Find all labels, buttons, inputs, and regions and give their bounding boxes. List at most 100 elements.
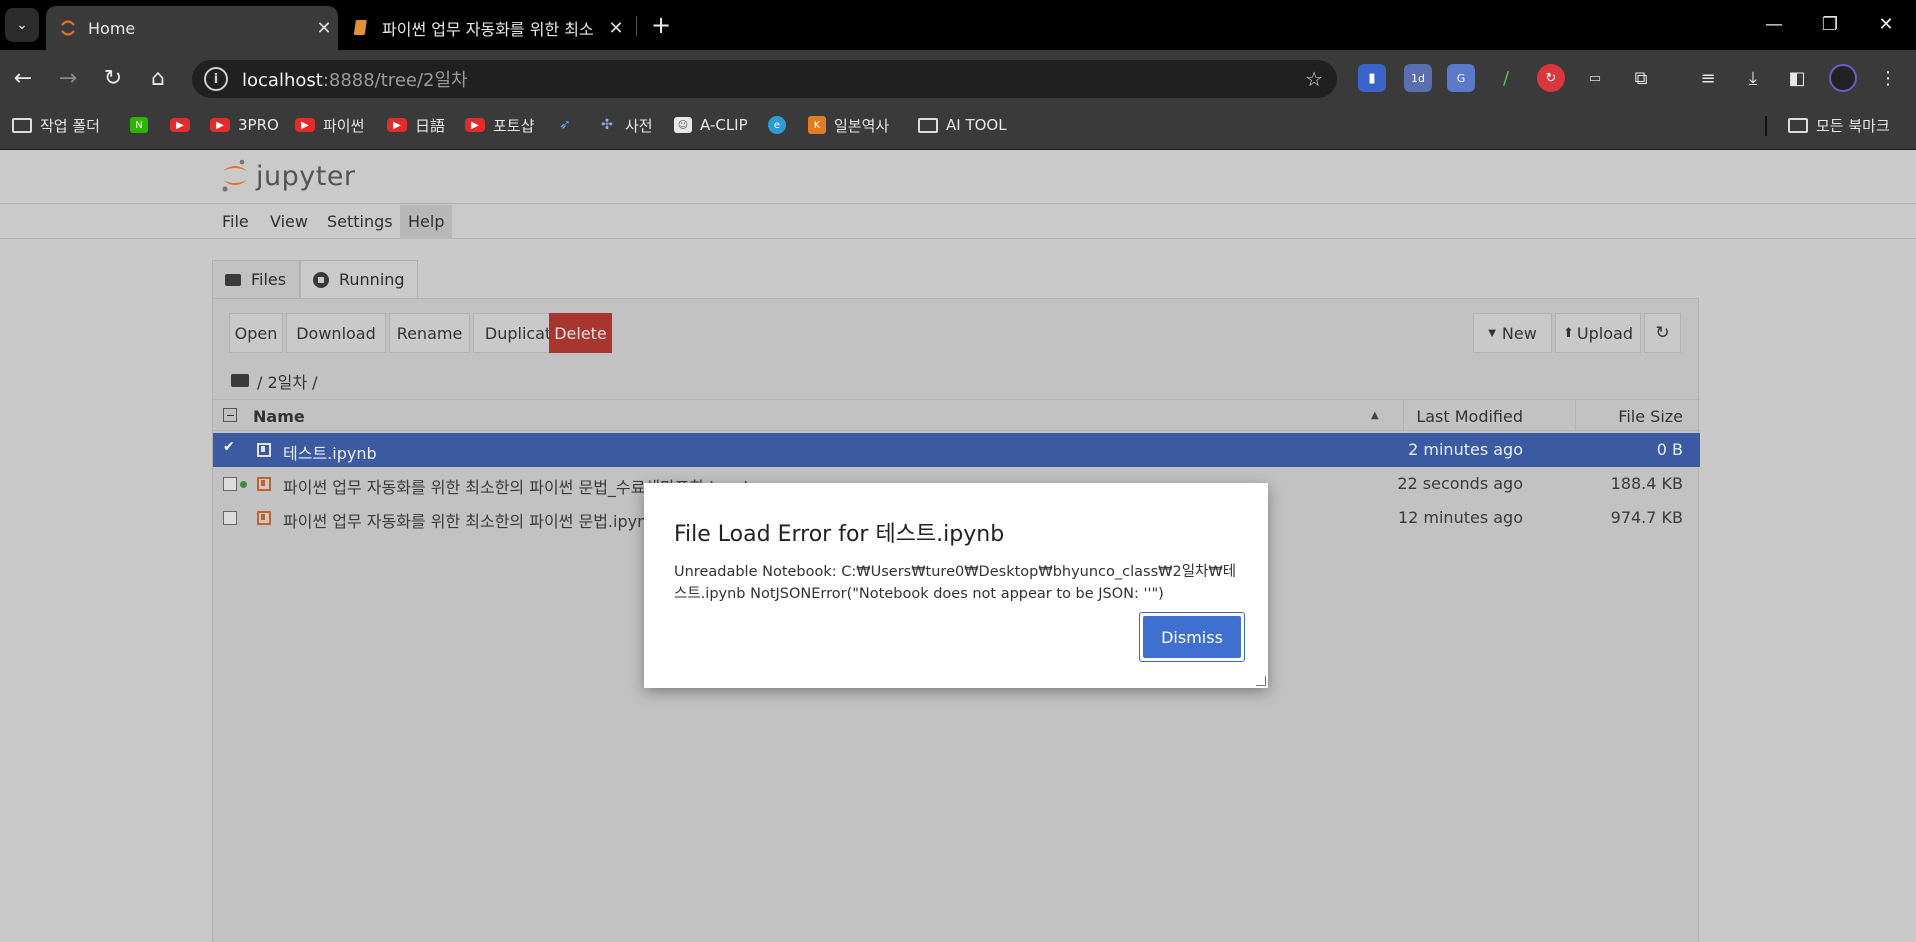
youtube-icon: ▶ [387, 118, 407, 132]
jupyter-logo-text: jupyter [256, 160, 356, 192]
download-icon[interactable]: ⤓ [1739, 64, 1767, 92]
bookmark-item[interactable]: ✣ 사전 [597, 106, 652, 144]
breadcrumb-path[interactable]: / 2일차 / [257, 369, 318, 393]
red-circle-extension-icon[interactable]: ↻ [1537, 64, 1565, 92]
jupyter-menubar: File View Settings Help [0, 205, 1916, 239]
bookmarks-bar: 작업 폴더 N ▶ ▶ 3PRO ▶ 파이썬 ▶ 日語 ▶ 포토샵 ➶ ✣ 사전… [0, 106, 1916, 150]
translate-icon[interactable]: G [1447, 64, 1475, 92]
bookmark-item[interactable]: ➶ [555, 106, 583, 144]
browser-menu-icon[interactable]: ⋮ [1874, 64, 1902, 92]
calendar-extension-icon[interactable]: 1d [1404, 64, 1432, 92]
menu-file[interactable]: File [214, 205, 257, 239]
download-button[interactable]: Download [286, 313, 386, 353]
column-divider [1575, 400, 1576, 431]
browser-tab-bar: ⌄ Home ✕ 파이썬 업무 자동화를 위한 최소 ✕ + — ❐ ✕ [0, 0, 1916, 50]
bookmark-item[interactable]: N [130, 106, 156, 144]
file-name[interactable]: 파이썬 업무 자동화를 위한 최소한의 파이썬 문법.ipynb [283, 508, 657, 532]
upload-icon: ⬆ [1563, 325, 1574, 341]
bookmark-label: AI TOOL [946, 116, 1007, 134]
extensions-icon[interactable]: ⧉ [1627, 64, 1655, 92]
bookmark-label: 작업 폴더 [40, 116, 100, 135]
youtube-icon: ▶ [170, 118, 190, 132]
close-window-icon[interactable]: ✕ [1858, 6, 1914, 42]
file-name[interactable]: 테스트.ipynb [283, 440, 377, 464]
bookmark-item[interactable]: K 일본역사 [808, 106, 889, 144]
home-icon[interactable]: ⌂ [140, 60, 176, 96]
tab-running[interactable]: Running [300, 260, 418, 298]
sort-ascending-icon[interactable]: ▲ [1371, 410, 1379, 421]
column-last-modified[interactable]: Last Modified [1411, 407, 1523, 426]
tab-files[interactable]: Files [212, 260, 300, 298]
breadcrumb: / 2일차 / [231, 369, 318, 393]
folder-icon [225, 273, 241, 286]
bookmark-item[interactable]: ▶ 포토샵 [465, 106, 534, 144]
resize-handle-icon[interactable] [1256, 676, 1266, 686]
bookmark-item[interactable]: ☺ A-CLIP [674, 106, 748, 144]
profile-avatar[interactable] [1829, 64, 1857, 92]
site-info-icon[interactable]: i [204, 67, 228, 91]
file-modified: 12 minutes ago [1397, 508, 1523, 527]
open-button[interactable]: Open [229, 313, 283, 353]
restore-icon[interactable]: ❐ [1802, 6, 1858, 42]
file-row[interactable]: ✔ 테스트.ipynb 2 minutes ago 0 B [213, 433, 1700, 467]
upload-button[interactable]: ⬆ Upload [1555, 313, 1641, 353]
file-modified: 22 seconds ago [1397, 474, 1523, 493]
select-all-checkbox[interactable] [223, 408, 237, 422]
column-divider [1403, 400, 1404, 431]
tab-files-label: Files [251, 270, 287, 289]
bookmark-item[interactable]: ▶ [170, 106, 198, 144]
row-checkbox[interactable]: ✔ [223, 439, 237, 455]
jupyter-logo[interactable]: jupyter [220, 158, 356, 194]
tab-running-label: Running [339, 270, 405, 289]
minimize-icon[interactable]: — [1746, 6, 1802, 42]
folder-icon[interactable] [231, 373, 249, 387]
jupyter-favicon-icon [58, 18, 78, 38]
new-button-label: New [1501, 323, 1537, 343]
bookmark-item[interactable]: ▶ 日語 [387, 106, 445, 144]
tab-search-button[interactable]: ⌄ [5, 8, 39, 42]
bookmark-item[interactable]: AI TOOL [918, 106, 1007, 144]
back-icon[interactable]: ← [5, 60, 41, 96]
bookmark-label: 포토샵 [493, 116, 535, 135]
tab-close-icon[interactable]: ✕ [310, 18, 338, 39]
bitwarden-icon[interactable]: ▮ [1358, 64, 1386, 92]
new-button[interactable]: ▼ New [1473, 313, 1552, 353]
bird-icon: ➶ [559, 117, 571, 133]
tab-title: Home [88, 18, 136, 38]
media-control-icon[interactable]: ≡ [1694, 64, 1722, 92]
refresh-button[interactable]: ↻ [1644, 313, 1681, 353]
row-checkbox[interactable] [223, 511, 237, 525]
print-extension-icon[interactable]: ▭ [1581, 64, 1609, 92]
menu-help[interactable]: Help [400, 205, 453, 239]
menu-settings[interactable]: Settings [319, 205, 401, 239]
rename-button[interactable]: Rename [389, 313, 470, 353]
delete-button[interactable]: Delete [549, 313, 612, 353]
menu-view[interactable]: View [262, 205, 316, 239]
new-tab-button[interactable]: + [646, 10, 676, 40]
dialog-message: Unreadable Notebook: C:₩Users₩ture0₩Desk… [674, 564, 1237, 602]
bookmark-star-icon[interactable]: ☆ [1305, 67, 1323, 91]
forward-icon[interactable]: → [50, 60, 86, 96]
reload-icon[interactable]: ↻ [95, 60, 131, 96]
file-load-error-dialog: File Load Error for 테스트.ipynb Unreadable… [644, 483, 1268, 688]
bookmark-item[interactable]: ▶ 파이썬 [295, 106, 364, 144]
aclip-icon: ☺ [674, 117, 692, 133]
tab-home[interactable]: Home ✕ [46, 6, 338, 50]
jupyter-logo-icon [222, 159, 247, 192]
url-text: localhost:8888/tree/2일차 [242, 70, 468, 91]
row-checkbox[interactable] [223, 477, 237, 491]
bookmark-item[interactable]: e [768, 106, 794, 144]
side-panel-icon[interactable]: ◧ [1783, 64, 1811, 92]
bookmark-label: 日語 [415, 116, 446, 135]
dismiss-button[interactable]: Dismiss [1143, 616, 1241, 658]
tab-title: 파이썬 업무 자동화를 위한 최소 [382, 20, 594, 39]
bookmark-item[interactable]: 작업 폴더 [12, 106, 100, 144]
tab-notebook[interactable]: 파이썬 업무 자동화를 위한 최소 ✕ [340, 6, 630, 50]
bookmark-item[interactable]: ▶ 3PRO [210, 106, 279, 144]
tab-close-icon[interactable]: ✕ [602, 18, 630, 39]
all-bookmarks[interactable]: 모든 북마크 [1788, 106, 1890, 144]
column-name[interactable]: Name [253, 407, 305, 426]
feather-extension-icon[interactable]: / [1492, 64, 1520, 92]
address-bar[interactable]: i localhost:8888/tree/2일차 ☆ [192, 60, 1337, 98]
column-file-size[interactable]: File Size [1583, 407, 1683, 426]
